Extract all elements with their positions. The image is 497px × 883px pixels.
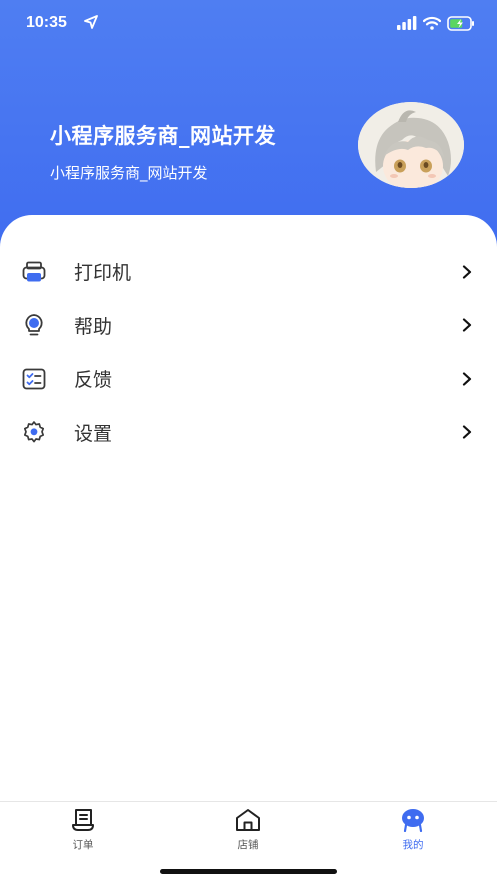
chevron-right-icon <box>462 318 472 332</box>
feedback-icon <box>22 367 46 391</box>
tab-label: 店铺 <box>237 839 259 851</box>
avatar[interactable] <box>358 102 464 188</box>
store-icon <box>236 809 260 831</box>
profile-name: 小程序服务商_网站开发 <box>50 124 276 148</box>
gear-icon <box>22 420 46 444</box>
tab-store[interactable]: 店铺 <box>208 808 288 852</box>
menu-item-help[interactable]: 帮助 <box>0 299 497 353</box>
tab-label: 订单 <box>72 839 94 851</box>
location-arrow-icon <box>84 15 98 29</box>
wifi-icon <box>423 16 441 30</box>
tab-orders[interactable]: 订单 <box>43 808 123 852</box>
battery-icon <box>447 15 474 31</box>
printer-icon <box>22 260 46 284</box>
chevron-right-icon <box>462 265 472 279</box>
home-indicator <box>160 869 337 874</box>
menu-item-printer[interactable]: 打印机 <box>0 245 497 299</box>
status-indicators <box>397 15 475 31</box>
chevron-right-icon <box>462 372 472 386</box>
lightbulb-icon <box>22 313 46 337</box>
order-icon <box>72 809 94 831</box>
profile-icon <box>402 809 424 832</box>
menu-item-settings[interactable]: 设置 <box>0 406 497 460</box>
menu-card: 打印机 帮助 反馈 设置 <box>0 215 497 805</box>
menu-list: 打印机 帮助 反馈 设置 <box>0 245 497 459</box>
menu-item-label: 打印机 <box>74 262 132 285</box>
tab-label: 我的 <box>402 839 424 851</box>
status-bar: 10:35 <box>0 0 497 48</box>
tab-profile[interactable]: 我的 <box>373 808 453 852</box>
avatar-illustration <box>358 102 464 188</box>
menu-item-feedback[interactable]: 反馈 <box>0 352 497 406</box>
chevron-right-icon <box>462 425 472 439</box>
signal-icon <box>397 16 417 30</box>
menu-item-label: 反馈 <box>74 369 113 392</box>
menu-item-label: 帮助 <box>74 315 113 338</box>
status-time: 10:35 <box>26 14 67 31</box>
profile-subtitle: 小程序服务商_网站开发 <box>50 164 208 182</box>
menu-item-label: 设置 <box>74 422 113 445</box>
